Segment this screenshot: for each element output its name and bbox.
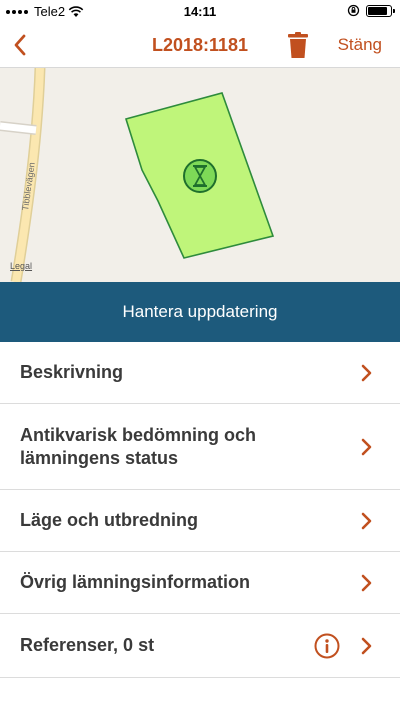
map-canvas: Tibblevägen [0, 68, 275, 282]
delete-button[interactable] [284, 30, 312, 60]
menu-item-location[interactable]: Läge och utbredning [0, 490, 400, 552]
menu-item-label: Beskrivning [20, 362, 124, 382]
map-view[interactable]: Tibblevägen Legal [0, 68, 400, 282]
info-icon[interactable] [314, 633, 340, 659]
menu-item-description[interactable]: Beskrivning [0, 342, 400, 404]
trash-icon [288, 32, 308, 58]
menu-item-label: Antikvarisk bedömning och lämningens sta… [20, 424, 257, 468]
menu-item-label: Referenser, 0 st [20, 635, 155, 655]
back-button[interactable] [6, 30, 34, 60]
status-bar: Tele2 14:11 [0, 0, 400, 24]
battery-fill [368, 6, 387, 15]
manage-update-label: Hantera uppdatering [122, 302, 278, 321]
nav-bar: L2018:1181 Stäng [0, 24, 400, 68]
chevron-right-icon [361, 637, 372, 654]
legal-link[interactable]: Legal [10, 261, 32, 271]
status-time: 14:11 [183, 4, 217, 19]
menu-item-label: Övrig lämningsinformation [20, 572, 251, 592]
close-button[interactable]: Stäng [338, 35, 382, 55]
menu-list: Beskrivning Antikvarisk bedömning och lä… [0, 342, 400, 678]
chevron-right-icon [361, 512, 372, 529]
menu-item-references[interactable]: Referenser, 0 st [0, 614, 400, 678]
battery-icon [366, 4, 395, 17]
menu-item-other-info[interactable]: Övrig lämningsinformation [0, 552, 400, 614]
status-right [347, 4, 395, 17]
chevron-right-icon [361, 364, 372, 381]
chevron-right-icon [361, 574, 372, 591]
menu-item-label: Läge och utbredning [20, 510, 198, 530]
chevron-right-icon [361, 438, 372, 455]
rotation-lock-icon [347, 4, 360, 17]
hourglass-icon[interactable] [183, 159, 217, 193]
chevron-left-icon [14, 34, 26, 56]
menu-item-assessment[interactable]: Antikvarisk bedömning och lämningens sta… [0, 404, 400, 490]
manage-update-button[interactable]: Hantera uppdatering [0, 282, 400, 342]
